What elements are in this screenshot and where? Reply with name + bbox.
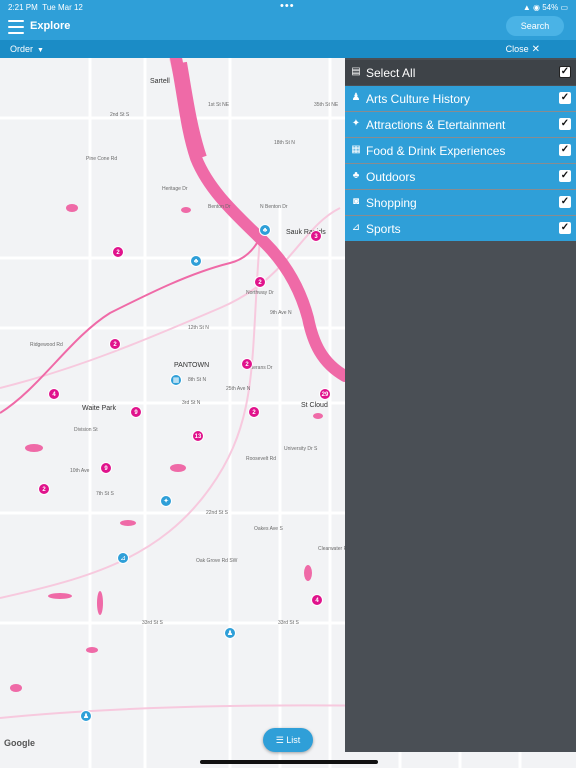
close-icon: ✕ [531, 44, 540, 55]
map-cluster-marker[interactable]: 9 [130, 406, 142, 418]
list-view-button[interactable]: ☰ List [263, 728, 313, 752]
sports-pin-icon[interactable]: ⊿ [117, 552, 129, 564]
map-cluster-marker[interactable]: 2 [254, 276, 266, 288]
place-label-pantown: PANTOWN [174, 362, 210, 369]
map-cluster-marker[interactable]: 13 [192, 430, 204, 442]
battery-indicator: ▲ ◉ 54% ▭ [522, 3, 568, 12]
map-cluster-marker[interactable]: 3 [310, 230, 322, 242]
map-cluster-marker[interactable]: 2 [38, 483, 50, 495]
outdoors-pin-icon[interactable]: ♣ [190, 255, 202, 267]
building-food-icon: ▦ [351, 144, 361, 155]
filter-item-arts-culture-history[interactable]: ♟ Arts Culture History ✓ [345, 86, 576, 111]
street-label: Roosevelt Rd [246, 456, 277, 462]
hamburger-menu-icon[interactable] [8, 20, 24, 34]
filter-checkbox[interactable]: ✓ [559, 118, 571, 130]
street-label: 18th St N [274, 140, 295, 146]
filter-checkbox[interactable]: ✓ [559, 170, 571, 182]
filter-item-sports[interactable]: ⊿ Sports ✓ [345, 216, 576, 241]
close-filter-button[interactable]: Close ✕ [506, 44, 540, 55]
shopping-bag-icon: ◙ [352, 196, 360, 207]
search-button[interactable]: Search [506, 16, 564, 36]
street-label: 8th St N [188, 377, 207, 383]
street-label: 2nd St S [110, 112, 130, 118]
place-label-waite-park: Waite Park [82, 405, 116, 412]
list-icon: ☰ [275, 735, 287, 745]
street-label: Oak Grove Rd SW [196, 558, 238, 564]
street-label: Ridgewood Rd [30, 342, 63, 348]
street-label: 1st St NE [208, 102, 230, 108]
attractions-pin-icon[interactable]: ✦ [160, 495, 172, 507]
street-label: Division St [74, 427, 98, 433]
map-cluster-marker[interactable]: 4 [311, 594, 323, 606]
arts-pin-icon[interactable]: ♟ [224, 627, 236, 639]
street-label: 33rd St S [278, 620, 299, 626]
tree-icon: ♣ [352, 170, 360, 181]
street-label: Benton Dr [208, 204, 231, 210]
map-cluster-marker[interactable]: 4 [48, 388, 60, 400]
home-indicator [200, 760, 378, 764]
filter-select-all[interactable]: ▤ Select All ✓ [345, 60, 576, 85]
place-label-sartell: Sartell [150, 78, 170, 85]
street-label: Oakes Ave S [254, 526, 283, 532]
map-cluster-marker[interactable]: 29 [319, 388, 331, 400]
map-cluster-marker[interactable]: 9 [100, 462, 112, 474]
palm-tree-icon: ✦ [351, 118, 361, 129]
filter-item-shopping[interactable]: ◙ Shopping ✓ [345, 190, 576, 215]
street-label: 33rd St S [142, 620, 163, 626]
map-cluster-marker[interactable]: 2 [109, 338, 121, 350]
street-label: Northway Dr [246, 290, 274, 296]
street-label: 10th Ave [70, 468, 90, 474]
status-bar: 2:21 PM Tue Mar 12 ••• ▲ ◉ 54% ▭ [0, 0, 576, 14]
street-label: 12th St N [188, 325, 209, 331]
street-label: University Dr S [284, 446, 318, 452]
category-filter-panel: ▤ Select All ✓ ♟ Arts Culture History ✓ … [345, 58, 576, 752]
map-cluster-marker[interactable]: 2 [248, 406, 260, 418]
select-all-checkbox[interactable]: ✓ [559, 66, 571, 78]
google-attribution: Google [4, 738, 35, 748]
order-dropdown[interactable]: Order ▼ [10, 44, 44, 54]
person-statue-icon: ♟ [351, 92, 361, 103]
map-cluster-marker[interactable]: 2 [241, 358, 253, 370]
filter-checkbox[interactable]: ✓ [559, 144, 571, 156]
street-label: 22nd St S [206, 510, 228, 516]
app-header: Explore Search [0, 14, 576, 40]
outdoors-pin-icon[interactable]: ♣ [259, 224, 271, 236]
street-label: N Benton Dr [260, 204, 288, 210]
food-drink-pin-icon[interactable]: ▦ [170, 374, 182, 386]
filter-item-food-drink[interactable]: ▦ Food & Drink Experiences ✓ [345, 138, 576, 163]
place-label-st-cloud: St Cloud [301, 402, 328, 409]
sub-toolbar: Order ▼ Close ✕ [0, 40, 576, 58]
filter-checkbox[interactable]: ✓ [559, 196, 571, 208]
map-cluster-marker[interactable]: 2 [112, 246, 124, 258]
street-label: 25th Ave N [226, 386, 251, 392]
multitask-dots: ••• [280, 0, 295, 12]
filter-checkbox[interactable]: ✓ [559, 92, 571, 104]
street-label: 9th Ave N [270, 310, 292, 316]
street-label: 7th St S [96, 491, 114, 497]
street-label: 35th St NE [314, 102, 339, 108]
arts-pin-icon[interactable]: ♟ [80, 710, 92, 722]
caret-down-icon: ▼ [37, 47, 44, 54]
sports-shoe-icon: ⊿ [351, 222, 361, 233]
filter-item-attractions[interactable]: ✦ Attractions & Etertainment ✓ [345, 112, 576, 137]
list-icon: ▤ [351, 66, 361, 77]
page-title: Explore [30, 20, 71, 32]
street-label: 3rd St N [182, 400, 201, 406]
filter-item-outdoors[interactable]: ♣ Outdoors ✓ [345, 164, 576, 189]
street-label: Heritage Dr [162, 186, 188, 192]
street-label: Pine Cone Rd [86, 156, 118, 162]
status-time: 2:21 PM Tue Mar 12 [8, 3, 83, 12]
filter-checkbox[interactable]: ✓ [559, 222, 571, 234]
